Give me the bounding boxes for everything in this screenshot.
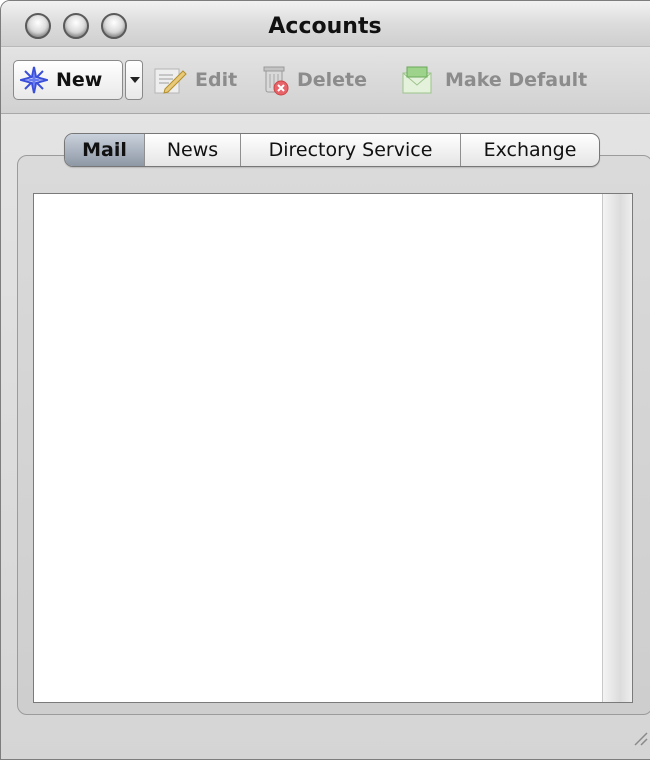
new-star-icon (17, 66, 51, 94)
envelope-icon (401, 65, 437, 95)
delete-button-label: Delete (297, 69, 368, 91)
new-account-dropdown[interactable] (125, 60, 143, 100)
make-default-button[interactable]: Make Default (401, 60, 587, 100)
accounts-window: Accounts New Edit Delete Make Default Ma… (0, 0, 650, 760)
edit-account-button[interactable]: Edit (153, 60, 237, 100)
new-account-button[interactable]: New (13, 60, 123, 100)
accounts-list[interactable] (33, 193, 633, 703)
edit-button-label: Edit (195, 69, 238, 91)
tab-directory-service[interactable]: Directory Service (241, 134, 461, 166)
title-bar[interactable]: Accounts (1, 1, 650, 47)
tab-news[interactable]: News (145, 134, 241, 166)
window-title: Accounts (268, 14, 382, 39)
trash-icon (263, 64, 289, 96)
delete-account-button[interactable]: Delete (263, 60, 367, 100)
accounts-list-scrollbar[interactable] (602, 194, 632, 702)
edit-pencil-icon (153, 65, 187, 95)
tab-exchange[interactable]: Exchange (461, 134, 599, 166)
new-button-label: New (56, 69, 103, 91)
toolbar: New Edit Delete Make Default (1, 48, 650, 178)
tab-mail[interactable]: Mail (65, 134, 145, 166)
account-type-tabs: Mail News Directory Service Exchange (64, 133, 600, 167)
make-default-button-label: Make Default (445, 69, 588, 91)
resize-grip-icon[interactable] (627, 725, 649, 747)
